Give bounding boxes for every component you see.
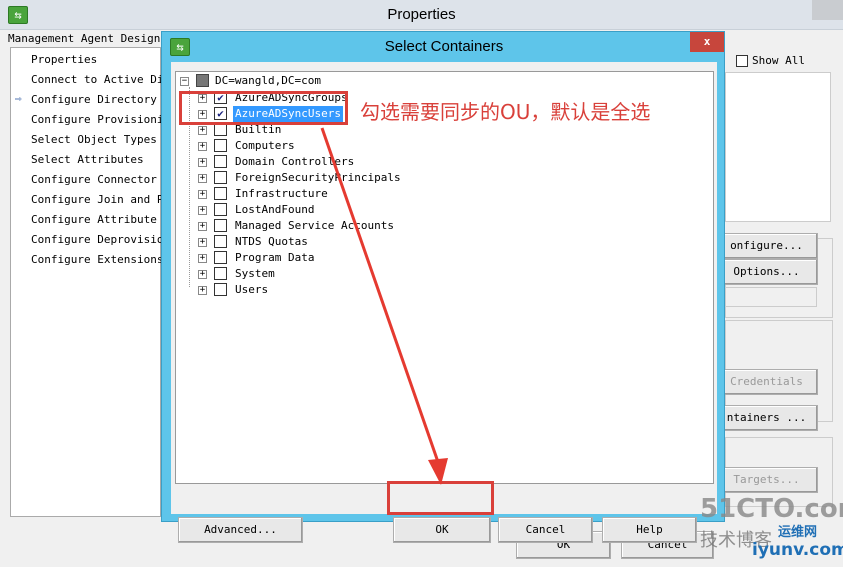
watermark-logo: 51CTO.com [700, 494, 843, 524]
watermark-site: 运维网 [778, 525, 818, 540]
watermark-url: iyunv.com [752, 540, 843, 560]
annotation-arrow [320, 127, 448, 485]
